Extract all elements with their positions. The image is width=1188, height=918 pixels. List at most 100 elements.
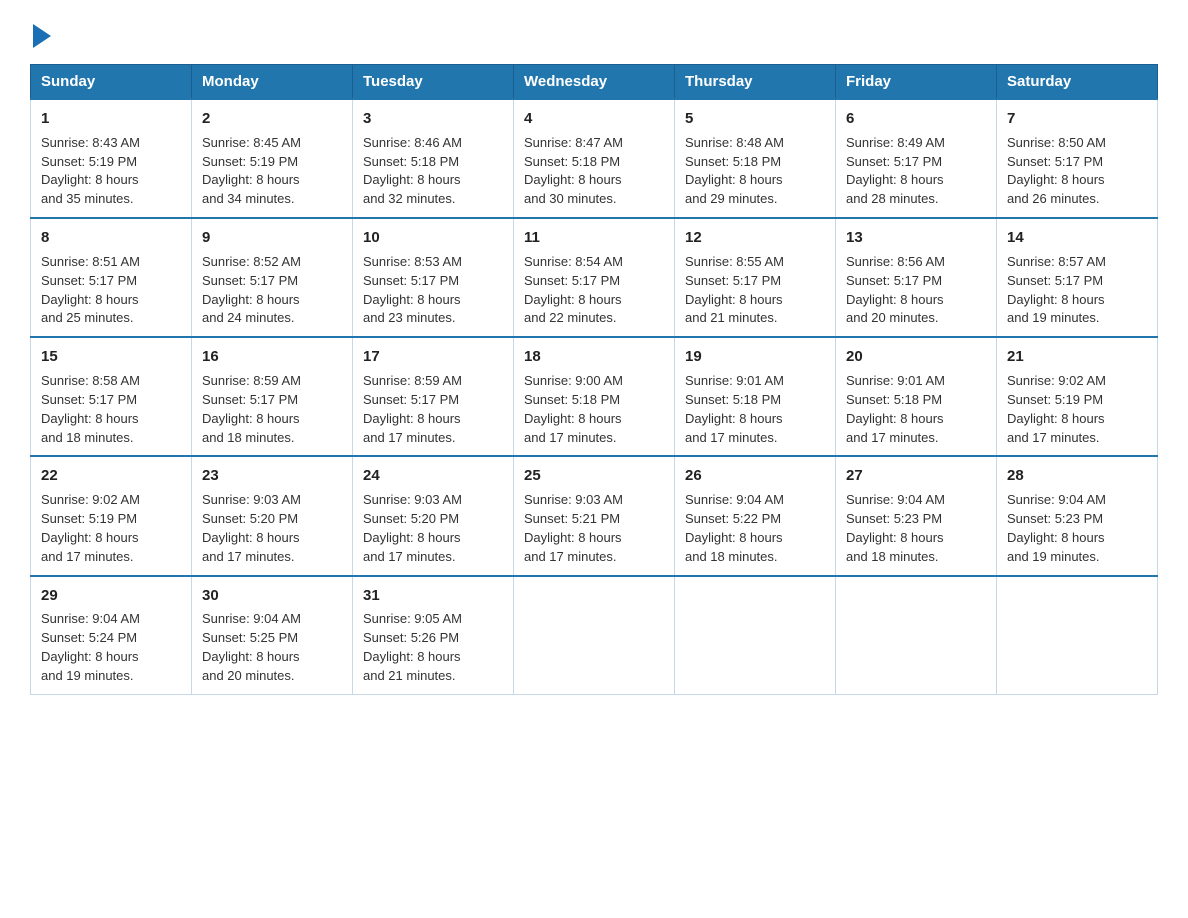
calendar-day-cell: 11 Sunrise: 8:54 AMSunset: 5:17 PMDayligh…: [514, 218, 675, 337]
calendar-empty-cell: [675, 576, 836, 695]
day-number: 27: [846, 465, 986, 487]
day-number: 22: [41, 465, 181, 487]
day-number: 24: [363, 465, 503, 487]
calendar-day-cell: 30 Sunrise: 9:04 AMSunset: 5:25 PMDayligh…: [192, 576, 353, 695]
calendar-day-cell: 21 Sunrise: 9:02 AMSunset: 5:19 PMDayligh…: [997, 337, 1158, 456]
day-info: Sunrise: 9:04 AMSunset: 5:24 PMDaylight:…: [41, 610, 181, 685]
calendar-empty-cell: [997, 576, 1158, 695]
day-info: Sunrise: 8:54 AMSunset: 5:17 PMDaylight:…: [524, 253, 664, 328]
calendar-day-cell: 16 Sunrise: 8:59 AMSunset: 5:17 PMDayligh…: [192, 337, 353, 456]
header-friday: Friday: [836, 65, 997, 100]
day-number: 11: [524, 227, 664, 249]
day-number: 30: [202, 585, 342, 607]
day-info: Sunrise: 8:47 AMSunset: 5:18 PMDaylight:…: [524, 134, 664, 209]
day-info: Sunrise: 9:02 AMSunset: 5:19 PMDaylight:…: [1007, 372, 1147, 447]
day-info: Sunrise: 8:59 AMSunset: 5:17 PMDaylight:…: [363, 372, 503, 447]
page-header: [30, 20, 1158, 44]
day-number: 9: [202, 227, 342, 249]
header-thursday: Thursday: [675, 65, 836, 100]
calendar-header-row: SundayMondayTuesdayWednesdayThursdayFrid…: [31, 65, 1158, 100]
day-number: 26: [685, 465, 825, 487]
calendar-day-cell: 5 Sunrise: 8:48 AMSunset: 5:18 PMDaylight…: [675, 99, 836, 218]
calendar-day-cell: 12Sunrise: 8:55 AMSunset: 5:17 PMDayligh…: [675, 218, 836, 337]
calendar-day-cell: 28Sunrise: 9:04 AMSunset: 5:23 PMDayligh…: [997, 456, 1158, 575]
day-number: 21: [1007, 346, 1147, 368]
calendar-day-cell: 23 Sunrise: 9:03 AMSunset: 5:20 PMDayligh…: [192, 456, 353, 575]
day-info: Sunrise: 9:04 AMSunset: 5:23 PMDaylight:…: [846, 491, 986, 566]
day-info: Sunrise: 8:53 AMSunset: 5:17 PMDaylight:…: [363, 253, 503, 328]
day-info: Sunrise: 8:51 AMSunset: 5:17 PMDaylight:…: [41, 253, 181, 328]
day-number: 2: [202, 108, 342, 130]
day-number: 10: [363, 227, 503, 249]
day-number: 1: [41, 108, 181, 130]
calendar-empty-cell: [514, 576, 675, 695]
calendar-day-cell: 26 Sunrise: 9:04 AMSunset: 5:22 PMDayligh…: [675, 456, 836, 575]
day-info: Sunrise: 8:56 AMSunset: 5:17 PMDaylight:…: [846, 253, 986, 328]
day-number: 4: [524, 108, 664, 130]
day-info: Sunrise: 8:43 AMSunset: 5:19 PMDaylight:…: [41, 134, 181, 209]
day-info: Sunrise: 8:48 AMSunset: 5:18 PMDaylight:…: [685, 134, 825, 209]
day-info: Sunrise: 8:59 AMSunset: 5:17 PMDaylight:…: [202, 372, 342, 447]
day-number: 5: [685, 108, 825, 130]
day-number: 16: [202, 346, 342, 368]
calendar-day-cell: 27 Sunrise: 9:04 AMSunset: 5:23 PMDayligh…: [836, 456, 997, 575]
calendar-day-cell: 9Sunrise: 8:52 AMSunset: 5:17 PMDaylight…: [192, 218, 353, 337]
calendar-day-cell: 1 Sunrise: 8:43 AMSunset: 5:19 PMDaylight…: [31, 99, 192, 218]
calendar-day-cell: 22 Sunrise: 9:02 AMSunset: 5:19 PMDayligh…: [31, 456, 192, 575]
day-info: Sunrise: 8:58 AMSunset: 5:17 PMDaylight:…: [41, 372, 181, 447]
header-monday: Monday: [192, 65, 353, 100]
day-info: Sunrise: 9:01 AMSunset: 5:18 PMDaylight:…: [846, 372, 986, 447]
day-number: 25: [524, 465, 664, 487]
day-number: 23: [202, 465, 342, 487]
calendar-week-row: 29 Sunrise: 9:04 AMSunset: 5:24 PMDayligh…: [31, 576, 1158, 695]
calendar-day-cell: 19 Sunrise: 9:01 AMSunset: 5:18 PMDayligh…: [675, 337, 836, 456]
calendar-week-row: 22 Sunrise: 9:02 AMSunset: 5:19 PMDayligh…: [31, 456, 1158, 575]
day-info: Sunrise: 9:02 AMSunset: 5:19 PMDaylight:…: [41, 491, 181, 566]
calendar-week-row: 1 Sunrise: 8:43 AMSunset: 5:19 PMDaylight…: [31, 99, 1158, 218]
day-info: Sunrise: 9:03 AMSunset: 5:20 PMDaylight:…: [202, 491, 342, 566]
day-info: Sunrise: 9:03 AMSunset: 5:20 PMDaylight:…: [363, 491, 503, 566]
calendar-week-row: 8Sunrise: 8:51 AMSunset: 5:17 PMDaylight…: [31, 218, 1158, 337]
day-info: Sunrise: 8:50 AMSunset: 5:17 PMDaylight:…: [1007, 134, 1147, 209]
day-number: 19: [685, 346, 825, 368]
day-number: 29: [41, 585, 181, 607]
day-number: 3: [363, 108, 503, 130]
calendar-day-cell: 18 Sunrise: 9:00 AMSunset: 5:18 PMDayligh…: [514, 337, 675, 456]
calendar-day-cell: 2 Sunrise: 8:45 AMSunset: 5:19 PMDaylight…: [192, 99, 353, 218]
day-number: 20: [846, 346, 986, 368]
header-sunday: Sunday: [31, 65, 192, 100]
calendar-day-cell: 13 Sunrise: 8:56 AMSunset: 5:17 PMDayligh…: [836, 218, 997, 337]
day-number: 18: [524, 346, 664, 368]
calendar-day-cell: 4 Sunrise: 8:47 AMSunset: 5:18 PMDaylight…: [514, 99, 675, 218]
day-info: Sunrise: 9:05 AMSunset: 5:26 PMDaylight:…: [363, 610, 503, 685]
day-info: Sunrise: 8:46 AMSunset: 5:18 PMDaylight:…: [363, 134, 503, 209]
day-info: Sunrise: 8:45 AMSunset: 5:19 PMDaylight:…: [202, 134, 342, 209]
day-info: Sunrise: 9:00 AMSunset: 5:18 PMDaylight:…: [524, 372, 664, 447]
calendar-week-row: 15Sunrise: 8:58 AMSunset: 5:17 PMDayligh…: [31, 337, 1158, 456]
calendar-day-cell: 29 Sunrise: 9:04 AMSunset: 5:24 PMDayligh…: [31, 576, 192, 695]
calendar-day-cell: 6 Sunrise: 8:49 AMSunset: 5:17 PMDaylight…: [836, 99, 997, 218]
day-number: 28: [1007, 465, 1147, 487]
header-wednesday: Wednesday: [514, 65, 675, 100]
day-info: Sunrise: 9:03 AMSunset: 5:21 PMDaylight:…: [524, 491, 664, 566]
calendar-day-cell: 20 Sunrise: 9:01 AMSunset: 5:18 PMDayligh…: [836, 337, 997, 456]
day-info: Sunrise: 8:49 AMSunset: 5:17 PMDaylight:…: [846, 134, 986, 209]
day-number: 6: [846, 108, 986, 130]
logo: [30, 20, 51, 44]
day-number: 31: [363, 585, 503, 607]
calendar-table: SundayMondayTuesdayWednesdayThursdayFrid…: [30, 64, 1158, 695]
day-info: Sunrise: 9:01 AMSunset: 5:18 PMDaylight:…: [685, 372, 825, 447]
day-number: 13: [846, 227, 986, 249]
day-info: Sunrise: 9:04 AMSunset: 5:22 PMDaylight:…: [685, 491, 825, 566]
calendar-empty-cell: [836, 576, 997, 695]
logo-arrow-icon: [33, 24, 51, 48]
day-info: Sunrise: 9:04 AMSunset: 5:25 PMDaylight:…: [202, 610, 342, 685]
day-info: Sunrise: 8:55 AMSunset: 5:17 PMDaylight:…: [685, 253, 825, 328]
calendar-day-cell: 31 Sunrise: 9:05 AMSunset: 5:26 PMDayligh…: [353, 576, 514, 695]
header-saturday: Saturday: [997, 65, 1158, 100]
calendar-day-cell: 10 Sunrise: 8:53 AMSunset: 5:17 PMDayligh…: [353, 218, 514, 337]
calendar-day-cell: 14Sunrise: 8:57 AMSunset: 5:17 PMDayligh…: [997, 218, 1158, 337]
day-number: 7: [1007, 108, 1147, 130]
calendar-day-cell: 24 Sunrise: 9:03 AMSunset: 5:20 PMDayligh…: [353, 456, 514, 575]
calendar-day-cell: 7 Sunrise: 8:50 AMSunset: 5:17 PMDaylight…: [997, 99, 1158, 218]
